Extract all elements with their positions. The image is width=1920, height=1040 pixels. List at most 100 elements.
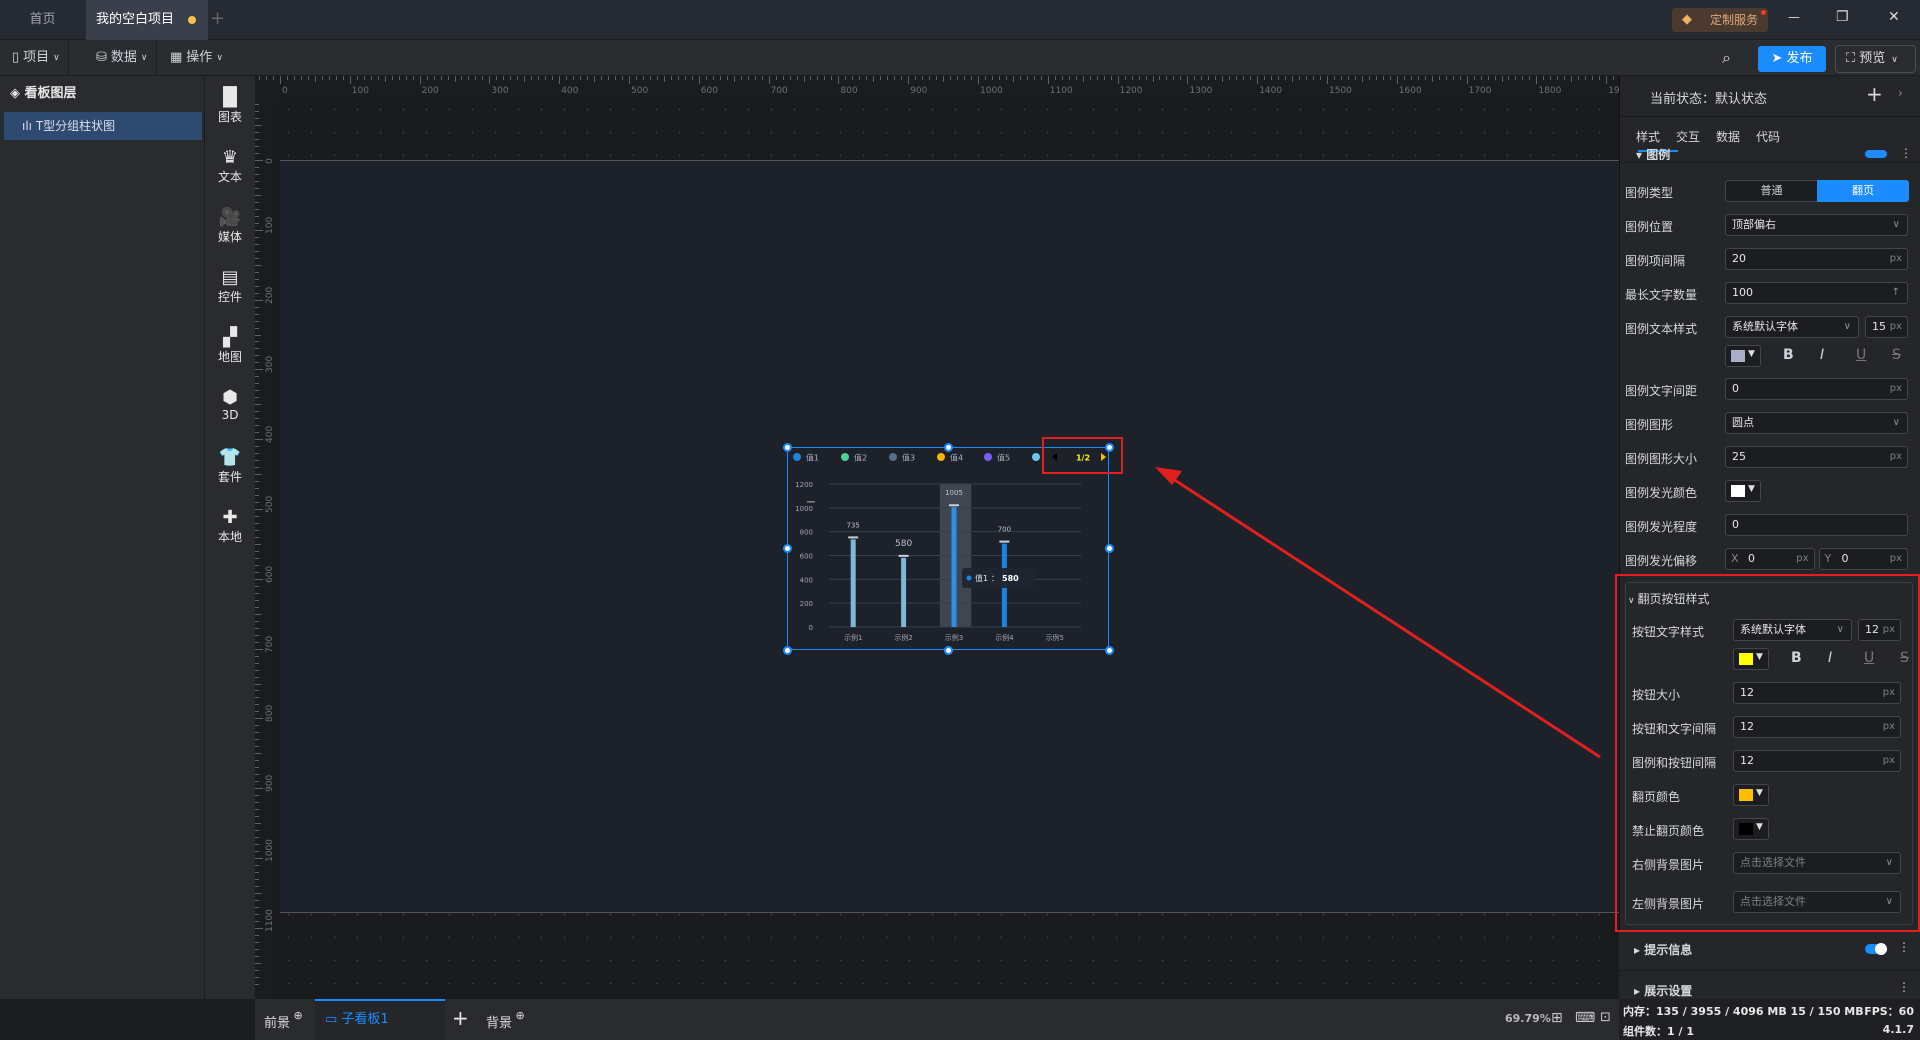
text-color-picker[interactable]: ▼	[1733, 648, 1769, 670]
add-board-button[interactable]: +	[452, 1006, 469, 1030]
file-input[interactable]: 点击选择文件 ∨	[1733, 852, 1901, 874]
tab-0[interactable]: 样式	[1636, 128, 1660, 145]
number-input[interactable]: 20 px	[1725, 248, 1908, 270]
tab-1[interactable]: 交互	[1676, 128, 1700, 145]
number-input[interactable]: 12 px	[1733, 682, 1901, 704]
legend-toggle[interactable]	[1865, 150, 1887, 158]
color-swatch	[1731, 485, 1745, 497]
color-picker[interactable]: ▼	[1733, 818, 1769, 840]
strikethrough-button[interactable]: S	[1900, 650, 1909, 666]
color-picker[interactable]: ▼	[1733, 784, 1769, 806]
select-input[interactable]: 圆点 ∨	[1725, 412, 1908, 434]
keyboard-icon[interactable]: ⌨	[1575, 1010, 1595, 1026]
ruler-tick	[768, 76, 770, 84]
menu-data[interactable]: ⛁ 数据 ∨	[88, 40, 157, 76]
custom-service-button[interactable]: ◆ 定制服务	[1672, 8, 1768, 32]
chevron-right-icon[interactable]: ›	[1898, 86, 1903, 100]
add-tab-button[interactable]: +	[210, 8, 225, 29]
component-bar-chart[interactable]: ▐▌ 图表	[205, 88, 255, 125]
underline-button[interactable]: U	[1856, 347, 1866, 363]
minimize-button[interactable]: —	[1788, 10, 1800, 24]
tab-project[interactable]: 我的空白项目	[86, 0, 208, 40]
font-select[interactable]: 系统默认字体 ∨	[1733, 619, 1852, 641]
number-input[interactable]: 12 px	[1733, 716, 1901, 738]
component-crown[interactable]: ♛ 文本	[205, 148, 255, 185]
number-input[interactable]: 12 px	[1733, 750, 1901, 772]
more-icon[interactable]: ⋮	[1900, 146, 1912, 160]
fit-screen-icon[interactable]: ⊞	[1551, 1010, 1563, 1026]
stepper-up-icon[interactable]: ↑	[1892, 283, 1900, 303]
file-input[interactable]: 点击选择文件 ∨	[1733, 891, 1901, 913]
restore-button[interactable]: ❐	[1836, 9, 1849, 25]
italic-button[interactable]: I	[1828, 650, 1832, 666]
ruler-tick	[255, 474, 261, 476]
number-input[interactable]: 0	[1725, 514, 1908, 536]
preview-button[interactable]: ⛶ 预览 ∨	[1835, 45, 1916, 73]
ruler-tick	[255, 983, 259, 985]
strikethrough-button[interactable]: S	[1892, 347, 1901, 363]
component-puzzle[interactable]: ✚ 本地	[205, 508, 255, 545]
add-circle-icon[interactable]: ⊕	[290, 1009, 303, 1022]
font-select[interactable]: 系统默认字体 ∨	[1725, 316, 1859, 338]
horizontal-ruler[interactable]: 0 100 200 300 400 500 600 700 800 900 1000 1100 1200…	[255, 76, 1631, 98]
add-state-button[interactable]: +	[1866, 82, 1883, 106]
layer-item[interactable]: ılı T型分组柱状图	[4, 112, 202, 140]
sub-board-tab[interactable]: ▭ 子看板1	[315, 999, 445, 1040]
italic-button[interactable]: I	[1820, 347, 1824, 363]
ruler-tick	[255, 369, 263, 371]
select-input[interactable]: 顶部偏右 ∨	[1725, 214, 1908, 236]
pager-section-header[interactable]: ∨ 翻页按钮样式	[1628, 590, 1709, 607]
more-icon[interactable]: ⋮	[1898, 980, 1910, 994]
offset-y-input[interactable]: Y 0 px	[1818, 548, 1908, 570]
more-icon[interactable]: ⋮	[1898, 940, 1910, 954]
component-list[interactable]: ▤ 控件	[205, 268, 255, 305]
number-input[interactable]: 0 px	[1725, 378, 1908, 400]
font-size-input[interactable]: 15 px	[1865, 316, 1908, 338]
terminal-icon[interactable]: ⊡	[1600, 1010, 1611, 1025]
ruler-tick	[998, 76, 1000, 80]
search-icon[interactable]: ⌕	[1722, 48, 1731, 68]
y-tick-label: 800	[800, 529, 813, 537]
add-circle-icon[interactable]: ⊕	[512, 1009, 525, 1022]
component-camera[interactable]: 🎥 媒体	[205, 208, 255, 245]
menu-project[interactable]: ▯ 项目 ∨	[4, 40, 69, 76]
publish-button[interactable]: ➤ 发布	[1758, 46, 1826, 72]
ruler-tick	[594, 76, 596, 82]
number-input[interactable]: 100 ↑	[1725, 282, 1908, 304]
number-input[interactable]: 25 px	[1725, 446, 1908, 468]
ruler-tick	[957, 76, 959, 80]
component-shirt[interactable]: 👕 套件	[205, 448, 255, 485]
bar-chart[interactable]: 0 200 400 600 800 1000 1200 示例1 735 示例2 580 示例3 1005…	[787, 447, 1109, 650]
legend-section-header[interactable]: ▾ 图例	[1636, 146, 1670, 160]
segment-paged[interactable]: 翻页	[1817, 180, 1909, 202]
segment-normal[interactable]: 普通	[1726, 181, 1817, 201]
offset-x-input[interactable]: X 0 px	[1725, 548, 1815, 570]
menu-operate[interactable]: ▦ 操作 ∨	[162, 40, 231, 76]
font-size-input[interactable]: 12 px	[1858, 619, 1901, 641]
component-cube[interactable]: ⬢ 3D	[205, 388, 255, 423]
ruler-tick	[255, 194, 261, 196]
vertical-ruler[interactable]: 0 100 200 300 400 500 600 700 800 900 1000 1100	[255, 98, 277, 999]
crown-icon: ♛	[221, 147, 239, 168]
legend-type-segmented: 普通 翻页	[1725, 180, 1909, 202]
component-label: 文本	[217, 170, 242, 184]
bold-button[interactable]: B	[1783, 347, 1794, 363]
tooltip-section-header[interactable]: ▸ 提示信息	[1634, 941, 1692, 958]
tab-3[interactable]: 代码	[1756, 128, 1780, 145]
tab-home[interactable]: 首页	[0, 0, 85, 40]
ruler-tick	[1271, 76, 1273, 80]
foreground-tab[interactable]: 前景 ⊕	[264, 1009, 303, 1031]
color-picker[interactable]: ▼	[1725, 480, 1761, 502]
tooltip-toggle[interactable]	[1865, 943, 1887, 955]
display-section-header[interactable]: ▸ 展示设置	[1634, 982, 1692, 999]
close-button[interactable]: ✕	[1888, 9, 1900, 25]
component-map[interactable]: ▞ 地图	[205, 328, 255, 365]
ruler-tick	[266, 76, 268, 80]
background-tab[interactable]: 背景 ⊕	[486, 1009, 525, 1031]
tab-2[interactable]: 数据	[1716, 128, 1740, 145]
underline-button[interactable]: U	[1864, 650, 1874, 666]
zoom-level[interactable]: 69.79%	[1505, 1012, 1551, 1025]
bold-button[interactable]: B	[1791, 650, 1802, 666]
chevron-down-icon: ∨	[216, 53, 223, 63]
text-color-picker[interactable]: ▼	[1725, 345, 1761, 367]
